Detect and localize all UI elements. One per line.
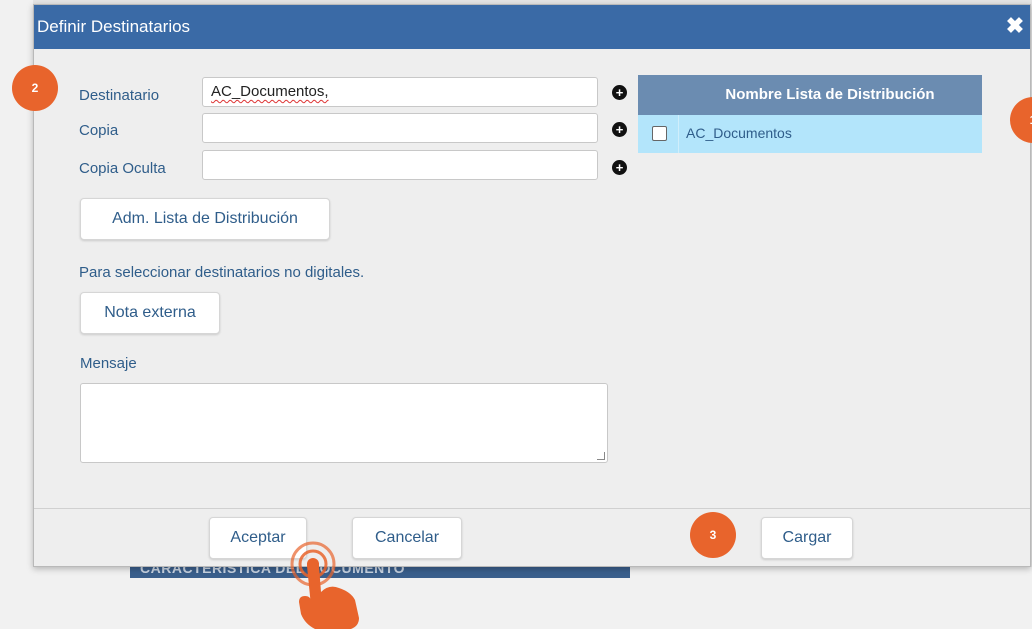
- add-copia-icon[interactable]: +: [612, 122, 627, 137]
- cargar-button[interactable]: Cargar: [761, 517, 853, 559]
- dialog-header: Definir Destinatarios ✖: [34, 5, 1030, 49]
- mensaje-textarea[interactable]: [80, 383, 608, 463]
- non-digital-hint: Para seleccionar destinatarios no digita…: [79, 264, 365, 281]
- distribution-list-table: Nombre Lista de Distribución AC_Document…: [638, 75, 982, 153]
- destinatario-input[interactable]: AC_Documentos,: [202, 77, 598, 107]
- add-copia-oculta-icon[interactable]: +: [612, 160, 627, 175]
- resize-grip-icon[interactable]: [597, 452, 605, 460]
- close-x-icon[interactable]: ✖: [1004, 15, 1026, 37]
- step-marker-3: 3: [690, 512, 736, 558]
- distribution-table-header: Nombre Lista de Distribución: [638, 75, 982, 115]
- copia-oculta-input[interactable]: [202, 150, 598, 180]
- define-recipients-dialog: Definir Destinatarios ✖ Destinatario AC_…: [33, 4, 1031, 567]
- row-checkbox[interactable]: [652, 126, 667, 141]
- hand-pointer-icon: [290, 541, 359, 629]
- footer-divider: [34, 508, 1030, 509]
- copia-label: Copia: [79, 122, 119, 139]
- nota-externa-button[interactable]: Nota externa: [80, 292, 220, 334]
- destinatario-label: Destinatario: [79, 87, 160, 104]
- copia-oculta-label: Copia Oculta: [79, 160, 166, 177]
- distribution-list-name: AC_Documentos: [686, 125, 792, 141]
- dialog-title: Definir Destinatarios: [37, 17, 191, 36]
- mensaje-label: Mensaje: [80, 355, 137, 372]
- add-destinatario-icon[interactable]: +: [612, 85, 627, 100]
- row-divider: [678, 115, 679, 153]
- adm-distribution-list-button[interactable]: Adm. Lista de Distribución: [80, 198, 330, 240]
- step-marker-2: 2: [12, 65, 58, 111]
- copia-input[interactable]: [202, 113, 598, 143]
- destinatario-value: AC_Documentos,: [211, 83, 329, 100]
- table-row[interactable]: AC_Documentos: [638, 115, 982, 153]
